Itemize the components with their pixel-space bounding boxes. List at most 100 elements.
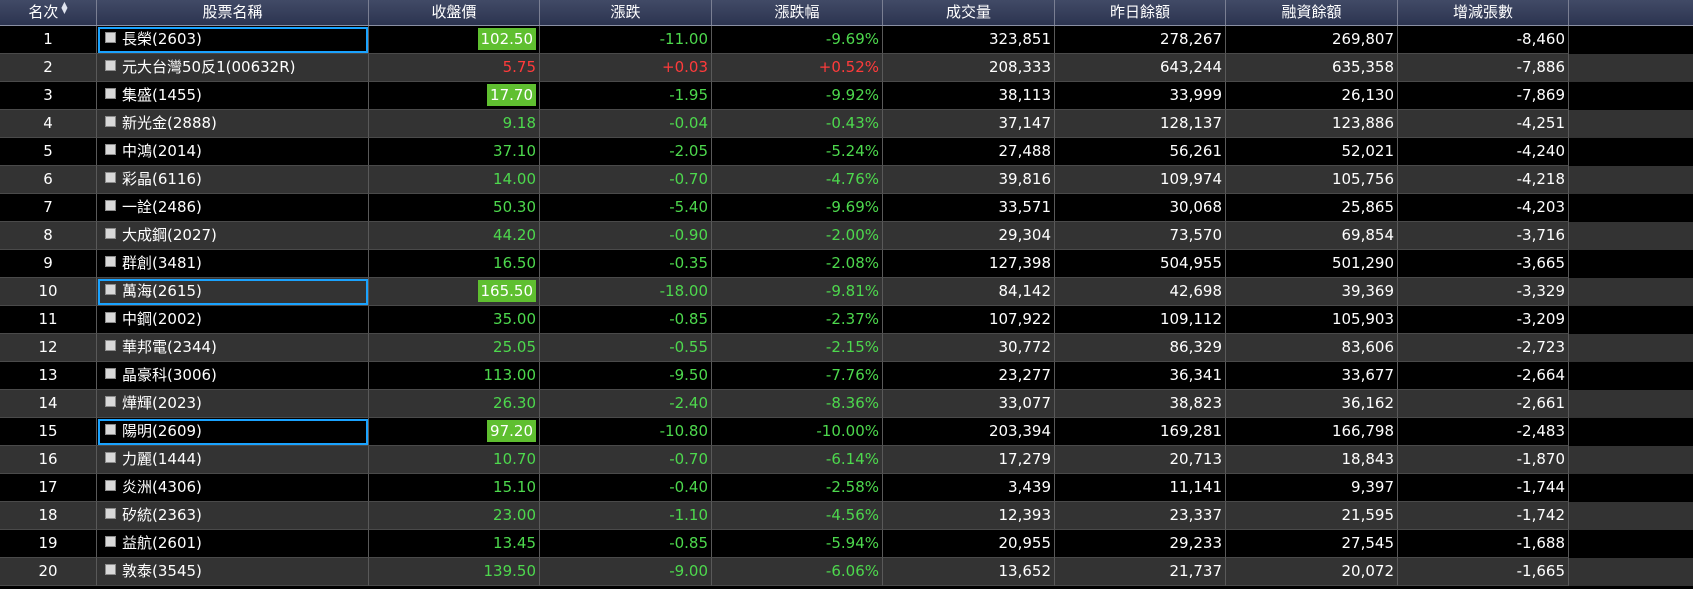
table-row[interactable]: 18 矽統(2363) 23.00 -1.10 -4.56% 12,393 23,337 21…	[0, 502, 1693, 530]
rank-cell: 13	[0, 362, 97, 390]
stock-name-cell[interactable]: 炎洲(4306)	[97, 474, 369, 502]
stock-name: 炎洲(4306)	[122, 478, 202, 496]
row-checkbox[interactable]	[105, 396, 116, 407]
row-checkbox[interactable]	[105, 60, 116, 71]
column-header-prev-balance[interactable]: 昨日餘額	[1055, 0, 1226, 25]
row-checkbox[interactable]	[105, 32, 116, 43]
stock-name: 群創(3481)	[122, 254, 202, 272]
margin-balance-cell: 21,595	[1226, 502, 1398, 530]
table-row[interactable]: 8 大成鋼(2027) 44.20 -0.90 -2.00% 29,304 73,570 69…	[0, 222, 1693, 250]
stock-name-cell[interactable]: 彩晶(6116)	[97, 166, 369, 194]
row-checkbox[interactable]	[105, 536, 116, 547]
stock-name-cell[interactable]: 集盛(1455)	[97, 82, 369, 110]
table-row[interactable]: 19 益航(2601) 13.45 -0.85 -5.94% 20,955 29,233 27…	[0, 530, 1693, 558]
table-row[interactable]: 13 晶豪科(3006) 113.00 -9.50 -7.76% 23,277 36,341…	[0, 362, 1693, 390]
table-row[interactable]: 7 一詮(2486) 50.30 -5.40 -9.69% 33,571 30,068 25,…	[0, 194, 1693, 222]
stock-name-cell[interactable]: 新光金(2888)	[97, 110, 369, 138]
rank-value: 18	[38, 506, 58, 524]
column-header-delta[interactable]: 增減張數	[1398, 0, 1569, 25]
stock-name-cell[interactable]: 大成鋼(2027)	[97, 222, 369, 250]
stock-name: 大成鋼(2027)	[122, 226, 217, 244]
stock-name-cell[interactable]: 益航(2601)	[97, 530, 369, 558]
row-checkbox[interactable]	[105, 116, 116, 127]
row-checkbox[interactable]	[105, 452, 116, 463]
change-pct-cell: -9.69%	[712, 26, 883, 54]
rank-value: 12	[38, 338, 58, 356]
column-header-rank[interactable]: 名次 ▲ ▼	[0, 0, 97, 25]
row-checkbox[interactable]	[105, 508, 116, 519]
stock-name-cell[interactable]: 中鴻(2014)	[97, 138, 369, 166]
stock-name-cell[interactable]: 一詮(2486)	[97, 194, 369, 222]
table-row[interactable]: 4 新光金(2888) 9.18 -0.04 -0.43% 37,147 128,137 12…	[0, 110, 1693, 138]
stock-name-cell[interactable]: 長榮(2603)	[97, 26, 369, 54]
volume-cell: 3,439	[883, 474, 1055, 502]
column-header-volume[interactable]: 成交量	[883, 0, 1055, 25]
column-header-pct[interactable]: 漲跌幅	[712, 0, 883, 25]
table-row[interactable]: 14 燁輝(2023) 26.30 -2.40 -8.36% 33,077 38,823 36…	[0, 390, 1693, 418]
stock-name-cell[interactable]: 萬海(2615)	[97, 278, 369, 306]
row-checkbox[interactable]	[105, 564, 116, 575]
sort-arrows-icon[interactable]: ▲ ▼	[61, 1, 67, 15]
row-checkbox[interactable]	[105, 228, 116, 239]
prev-balance-cell: 73,570	[1055, 222, 1226, 250]
volume-value: 20,955	[998, 534, 1052, 552]
column-header-name[interactable]: 股票名稱	[97, 0, 369, 25]
table-row[interactable]: 15 陽明(2609) 97.20 -10.80 -10.00% 203,394 169,2…	[0, 418, 1693, 446]
prev-balance-cell: 42,698	[1055, 278, 1226, 306]
margin-balance-value: 33,677	[1341, 366, 1395, 384]
stock-name-cell[interactable]: 華邦電(2344)	[97, 334, 369, 362]
table-row[interactable]: 2 元大台灣50反1(00632R) 5.75 +0.03 +0.52% 208,333 6…	[0, 54, 1693, 82]
delta-value: -4,203	[1516, 198, 1565, 216]
stock-name-cell[interactable]: 群創(3481)	[97, 250, 369, 278]
column-header-change[interactable]: 漲跌	[540, 0, 712, 25]
delta-value: -1,742	[1516, 506, 1565, 524]
row-checkbox[interactable]	[105, 172, 116, 183]
stock-name-cell[interactable]: 中鋼(2002)	[97, 306, 369, 334]
close-price-cell: 165.50	[369, 278, 540, 306]
row-checkbox[interactable]	[105, 480, 116, 491]
table-row[interactable]: 6 彩晶(6116) 14.00 -0.70 -4.76% 39,816 109,974 10…	[0, 166, 1693, 194]
table-row[interactable]: 3 集盛(1455) 17.70 -1.95 -9.92% 38,113 33,999 26,…	[0, 82, 1693, 110]
row-checkbox[interactable]	[105, 200, 116, 211]
prev-balance-value: 109,112	[1159, 310, 1222, 328]
table-row[interactable]: 11 中鋼(2002) 35.00 -0.85 -2.37% 107,922 109,112…	[0, 306, 1693, 334]
table-row[interactable]: 17 炎洲(4306) 15.10 -0.40 -2.58% 3,439 11,141 9,3…	[0, 474, 1693, 502]
rank-cell: 18	[0, 502, 97, 530]
stock-name-cell[interactable]: 晶豪科(3006)	[97, 362, 369, 390]
volume-cell: 12,393	[883, 502, 1055, 530]
row-checkbox[interactable]	[105, 424, 116, 435]
row-checkbox[interactable]	[105, 284, 116, 295]
margin-balance-cell: 27,545	[1226, 530, 1398, 558]
close-price: 35.00	[493, 310, 536, 328]
table-row[interactable]: 5 中鴻(2014) 37.10 -2.05 -5.24% 27,488 56,261 52,…	[0, 138, 1693, 166]
table-row[interactable]: 1 長榮(2603) 102.50 -11.00 -9.69% 323,851 278,26…	[0, 26, 1693, 54]
stock-name-cell[interactable]: 敦泰(3545)	[97, 558, 369, 586]
table-row[interactable]: 10 萬海(2615) 165.50 -18.00 -9.81% 84,142 42,698…	[0, 278, 1693, 306]
stock-name-cell[interactable]: 元大台灣50反1(00632R)	[97, 54, 369, 82]
delta-value: -8,460	[1516, 30, 1565, 48]
row-checkbox[interactable]	[105, 368, 116, 379]
row-checkbox[interactable]	[105, 340, 116, 351]
change-pct-cell: -10.00%	[712, 418, 883, 446]
close-price-cell: 35.00	[369, 306, 540, 334]
row-checkbox[interactable]	[105, 256, 116, 267]
volume-cell: 323,851	[883, 26, 1055, 54]
table-row[interactable]: 20 敦泰(3545) 139.50 -9.00 -6.06% 13,652 21,737 2…	[0, 558, 1693, 586]
stock-name-cell[interactable]: 矽統(2363)	[97, 502, 369, 530]
column-header-label: 漲跌幅	[774, 3, 820, 21]
table-row[interactable]: 9 群創(3481) 16.50 -0.35 -2.08% 127,398 504,955 5…	[0, 250, 1693, 278]
table-row[interactable]: 16 力麗(1444) 10.70 -0.70 -6.14% 17,279 20,713 18…	[0, 446, 1693, 474]
row-checkbox[interactable]	[105, 312, 116, 323]
close-price-cell: 37.10	[369, 138, 540, 166]
close-price: 9.18	[502, 114, 536, 132]
table-row[interactable]: 12 華邦電(2344) 25.05 -0.55 -2.15% 30,772 86,329 8…	[0, 334, 1693, 362]
volume-value: 39,816	[998, 170, 1052, 188]
stock-name-cell[interactable]: 陽明(2609)	[97, 418, 369, 446]
prev-balance-value: 36,341	[1169, 366, 1223, 384]
row-checkbox[interactable]	[105, 144, 116, 155]
stock-name-cell[interactable]: 力麗(1444)	[97, 446, 369, 474]
stock-name-cell[interactable]: 燁輝(2023)	[97, 390, 369, 418]
column-header-close[interactable]: 收盤價	[369, 0, 540, 25]
column-header-margin-balance[interactable]: 融資餘額	[1226, 0, 1398, 25]
row-checkbox[interactable]	[105, 88, 116, 99]
